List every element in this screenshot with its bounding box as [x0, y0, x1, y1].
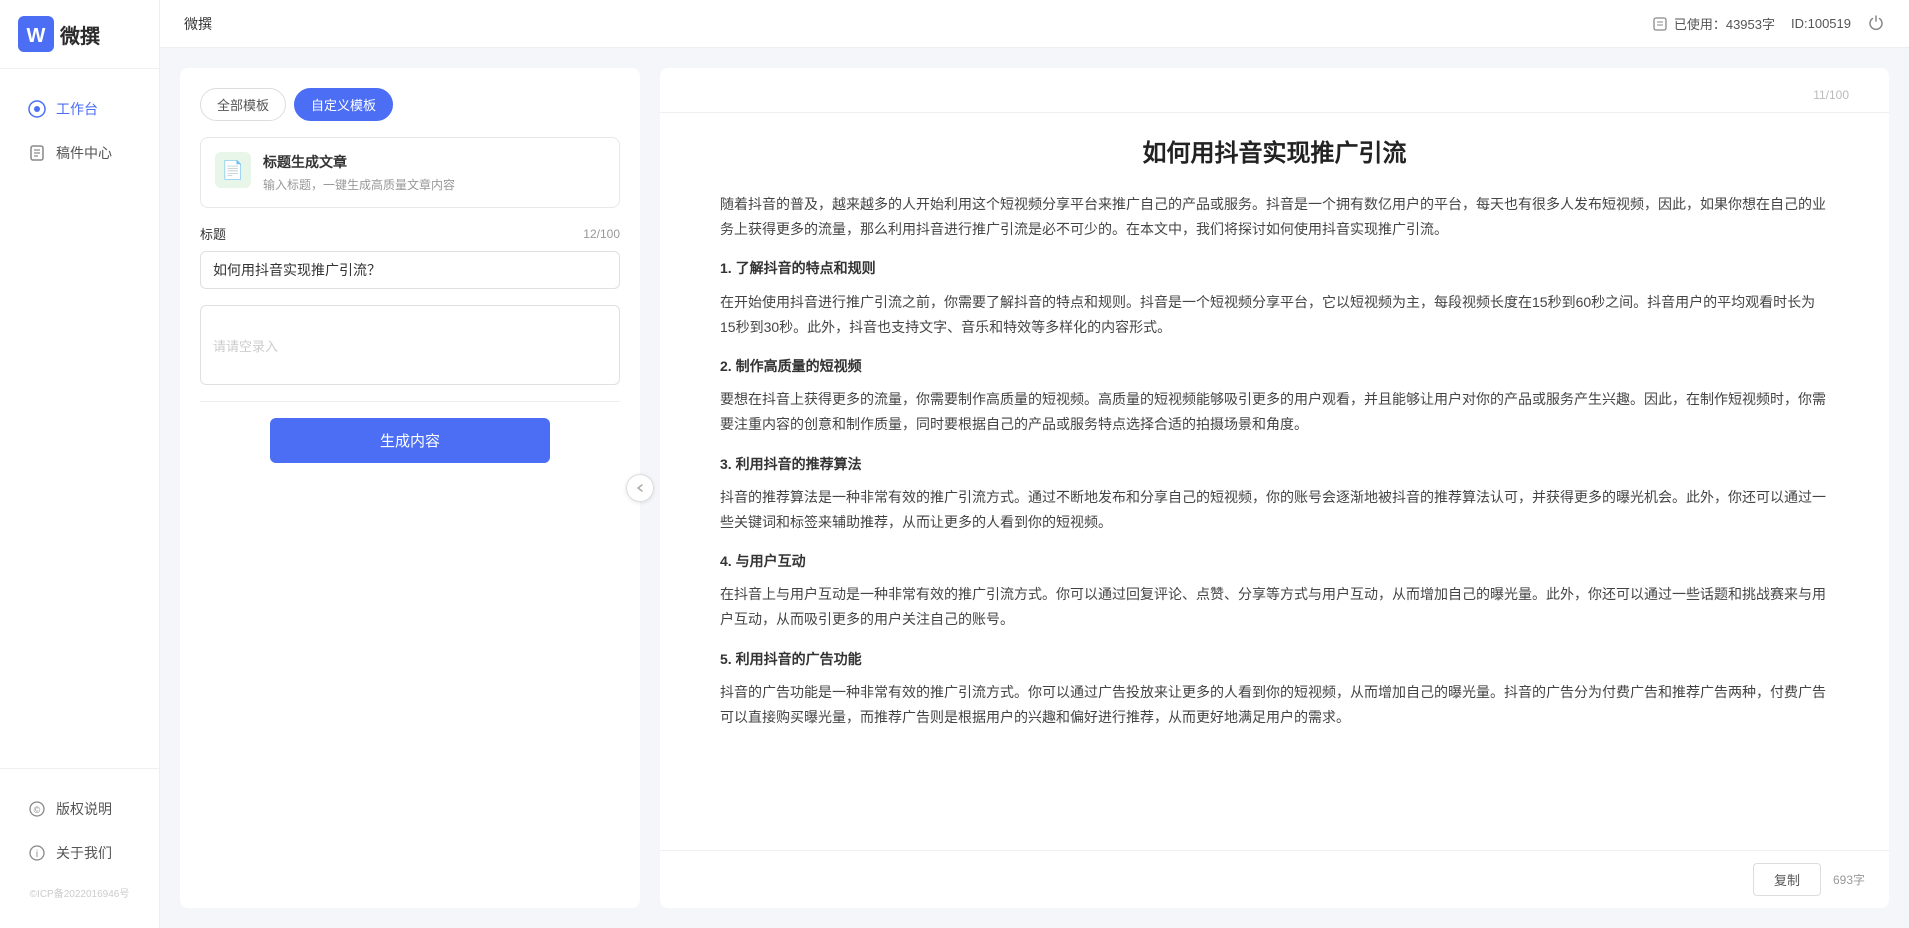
svg-text:i: i: [36, 849, 38, 860]
template-card[interactable]: 📄 标题生成文章 输入标题，一键生成高质量文章内容: [200, 137, 620, 208]
usage-display: 已使用：43953字: [1652, 14, 1775, 33]
template-card-desc: 输入标题，一键生成高质量文章内容: [263, 176, 455, 193]
logo-text: 微撰: [60, 20, 100, 49]
sidebar-item-workbench[interactable]: 工作台: [8, 89, 151, 129]
tab-custom-templates[interactable]: 自定义模板: [294, 88, 393, 121]
article-footer: 复制 693字: [660, 850, 1889, 908]
topbar-right: 已使用：43953字 ID:100519: [1652, 13, 1885, 34]
extra-field-textarea[interactable]: 请请空录入: [200, 305, 620, 385]
template-card-icon: 📄: [215, 152, 251, 188]
sidebar-item-drafts[interactable]: 稿件中心: [8, 133, 151, 173]
usage-text: 已使用：43953字: [1674, 14, 1775, 33]
about-label: 关于我们: [56, 843, 112, 863]
usage-icon: [1652, 16, 1668, 32]
article-intro: 随着抖音的普及，越来越多的人开始利用这个短视频分享平台来推广自己的产品或服务。抖…: [720, 192, 1829, 242]
generate-button[interactable]: 生成内容: [270, 418, 550, 463]
section-3-body: 抖音的推荐算法是一种非常有效的推广引流方式。通过不断地发布和分享自己的短视频，你…: [720, 485, 1829, 535]
sidebar-item-drafts-label: 稿件中心: [56, 143, 112, 163]
power-button[interactable]: [1867, 13, 1885, 34]
sidebar-item-about[interactable]: i 关于我们: [8, 833, 151, 873]
workbench-icon: [28, 100, 46, 118]
title-field-label: 标题 12/100: [200, 224, 620, 243]
title-char-count: 12/100: [583, 227, 620, 241]
content-area: 全部模板 自定义模板 📄 标题生成文章 输入标题，一键生成高质量文章内容 标题 …: [160, 48, 1909, 928]
page-count: 11/100: [1813, 88, 1849, 102]
template-card-title: 标题生成文章: [263, 152, 455, 172]
section-1-title: 1. 了解抖音的特点和规则: [720, 256, 1829, 281]
section-5-body: 抖音的广告功能是一种非常有效的推广引流方式。你可以通过广告投放来让更多的人看到你…: [720, 680, 1829, 730]
section-4-title: 4. 与用户互动: [720, 549, 1829, 574]
template-tabs: 全部模板 自定义模板: [200, 88, 620, 121]
article-content[interactable]: 如何用抖音实现推广引流 随着抖音的普及，越来越多的人开始利用这个短视频分享平台来…: [660, 113, 1889, 850]
sidebar: W 微撰 工作台 稿件中心: [0, 0, 160, 928]
article-body: 随着抖音的普及，越来越多的人开始利用这个短视频分享平台来推广自己的产品或服务。抖…: [720, 192, 1829, 730]
copyright-icon: ©: [28, 800, 46, 818]
template-card-info: 标题生成文章 输入标题，一键生成高质量文章内容: [263, 152, 455, 193]
main-area: 微撰 已使用：43953字 ID:100519: [160, 0, 1909, 928]
collapse-button[interactable]: [626, 474, 654, 502]
word-count: 693字: [1833, 871, 1865, 888]
drafts-icon: [28, 144, 46, 162]
article-title: 如何用抖音实现推广引流: [720, 133, 1829, 168]
divider: [200, 401, 620, 402]
logo-area: W 微撰: [0, 0, 159, 69]
section-4-body: 在抖音上与用户互动是一种非常有效的推广引流方式。你可以通过回复评论、点赞、分享等…: [720, 582, 1829, 632]
icp-text: ©ICP备2022016946号: [0, 877, 159, 908]
topbar-title: 微撰: [184, 14, 212, 34]
copyright-label: 版权说明: [56, 799, 112, 819]
svg-text:W: W: [27, 25, 46, 47]
title-field-group: 标题 12/100: [200, 224, 620, 289]
section-1-body: 在开始使用抖音进行推广引流之前，你需要了解抖音的特点和规则。抖音是一个短视频分享…: [720, 290, 1829, 340]
sidebar-nav: 工作台 稿件中心: [0, 69, 159, 768]
sidebar-bottom: © 版权说明 i 关于我们 ©ICP备2022016946号: [0, 768, 159, 928]
chevron-left-icon: [635, 483, 645, 493]
tab-all-templates[interactable]: 全部模板: [200, 88, 286, 121]
svg-text:©: ©: [34, 805, 41, 815]
title-input[interactable]: [200, 251, 620, 289]
logo-w-icon: W: [18, 16, 54, 52]
power-icon: [1867, 13, 1885, 31]
article-header: 11/100: [660, 68, 1889, 113]
section-3-title: 3. 利用抖音的推荐算法: [720, 452, 1829, 477]
sidebar-item-copyright[interactable]: © 版权说明: [8, 789, 151, 829]
topbar: 微撰 已使用：43953字 ID:100519: [160, 0, 1909, 48]
copy-button[interactable]: 复制: [1753, 863, 1821, 896]
user-id: ID:100519: [1791, 16, 1851, 31]
about-icon: i: [28, 844, 46, 862]
section-5-title: 5. 利用抖音的广告功能: [720, 647, 1829, 672]
section-2-title: 2. 制作高质量的短视频: [720, 354, 1829, 379]
section-2-body: 要想在抖音上获得更多的流量，你需要制作高质量的短视频。高质量的短视频能够吸引更多…: [720, 387, 1829, 437]
right-panel: 11/100 如何用抖音实现推广引流 随着抖音的普及，越来越多的人开始利用这个短…: [660, 68, 1889, 908]
sidebar-item-workbench-label: 工作台: [56, 99, 98, 119]
title-label-text: 标题: [200, 224, 226, 243]
left-panel: 全部模板 自定义模板 📄 标题生成文章 输入标题，一键生成高质量文章内容 标题 …: [180, 68, 640, 908]
